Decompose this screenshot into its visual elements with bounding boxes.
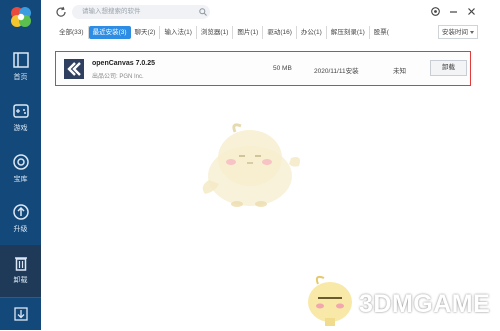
uninstall-button[interactable]: 卸载 [430,60,467,76]
app-size: 50 MB [273,65,292,72]
app-name: openCanvas 7.0.25 [92,60,156,67]
search-placeholder: 请输入想搜索的软件 [82,8,141,15]
trash-icon [14,257,27,271]
sidebar-item-uninstall[interactable]: 卸载 [0,245,41,297]
sidebar-item-upgrade[interactable]: 升级 [0,197,41,245]
sidebar-item-treasure[interactable]: 宝库 [0,147,41,195]
tab-browser[interactable]: 浏览器(1) [197,26,234,39]
gamepad-icon [12,104,29,118]
app-publisher: 出品公司: PGN Inc. [92,74,144,80]
tab-office[interactable]: 办公(1) [297,26,327,39]
app-status: 未知 [393,68,406,75]
sort-dropdown[interactable]: 安装时间 [438,25,478,39]
table-row[interactable]: openCanvas 7.0.25 出品公司: PGN Inc. 50 MB 2… [55,51,471,86]
close-icon[interactable] [466,6,477,17]
watermark-logo: 3DMGAME [359,290,491,318]
app-logo-icon[interactable] [10,6,32,28]
sidebar-item-games[interactable]: 游戏 [0,96,41,144]
chevron-down-icon [470,31,474,34]
tab-chat[interactable]: 聊天(2) [131,26,161,39]
watermark-mascot [308,275,352,326]
search-icon[interactable] [199,8,207,16]
tab-image[interactable]: 图片(1) [233,26,264,39]
sidebar-item-label: 卸载 [13,277,28,284]
tab-all[interactable]: 全部(33) [55,26,89,39]
minimize-icon[interactable] [448,6,459,17]
sidebar-item-label: 宝库 [13,176,28,183]
upgrade-icon [12,204,29,220]
treasure-icon [12,154,29,170]
tab-driver[interactable]: 驱动(16) [263,26,297,39]
category-tabs: 全部(33) 最近安装(3) 聊天(2) 输入法(1) 浏览器(1) 图片(1) 驱动(16… [55,26,430,39]
home-icon [12,52,29,68]
sort-label: 安装时间 [442,29,468,36]
tab-input-method[interactable]: 输入法(1) [160,26,197,39]
tab-compress[interactable]: 解压刻录(1) [327,26,370,39]
refresh-icon[interactable] [55,6,67,18]
settings-icon[interactable] [430,6,441,17]
search-input[interactable]: 请输入想搜索的软件 [72,5,210,19]
download-icon [13,307,28,321]
sidebar-item-label: 首页 [13,74,28,81]
app-install-date: 2020/11/11安装 [314,68,359,75]
tab-stocks[interactable]: 股票( [370,26,393,39]
sidebar-item-label: 游戏 [13,125,28,132]
sidebar-item-label: 升级 [13,226,28,233]
mascot-illustration [202,123,300,207]
sidebar-item-home[interactable]: 首页 [0,45,41,93]
tab-recent[interactable]: 最近安装(3) [88,26,131,39]
download-manager-button[interactable] [0,297,41,331]
opencanvas-app-icon [64,59,84,79]
sidebar: 首页 游戏 宝库 升级 卸载 [0,0,41,330]
